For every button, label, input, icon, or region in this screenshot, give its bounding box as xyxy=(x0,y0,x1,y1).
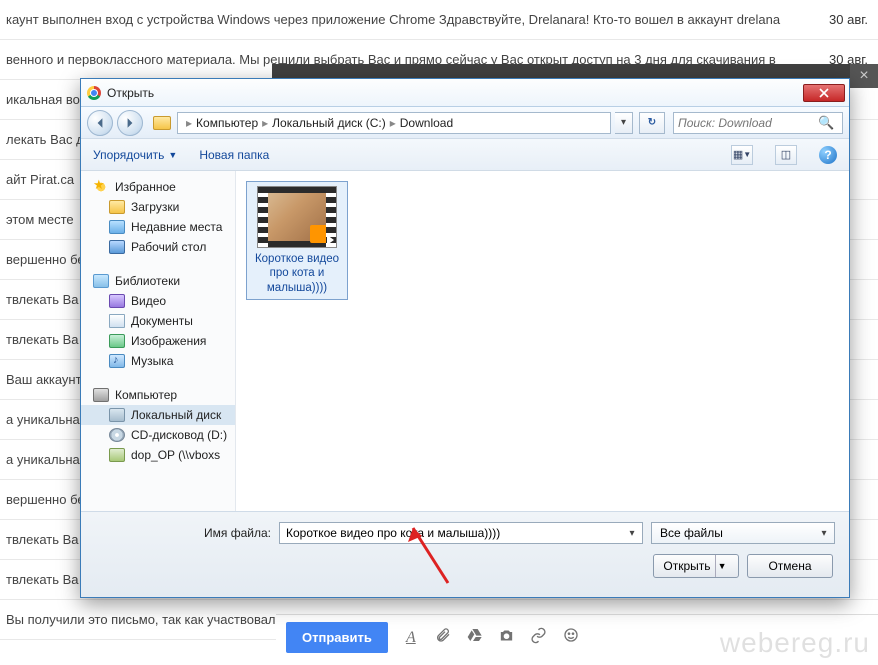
send-button[interactable]: Отправить xyxy=(286,622,388,653)
sidebar-computer-header[interactable]: Компьютер xyxy=(81,385,235,405)
organize-menu[interactable]: Упорядочить▼ xyxy=(93,148,177,162)
video-icon xyxy=(109,294,125,308)
sidebar-item-desktop[interactable]: Рабочий стол xyxy=(81,237,235,257)
computer-icon xyxy=(93,388,109,402)
folder-icon xyxy=(153,116,171,130)
dialog-titlebar: Открыть xyxy=(81,79,849,107)
compose-close-button[interactable]: × xyxy=(850,64,878,88)
sidebar-item-network-drive[interactable]: dop_OP (\\vboxs xyxy=(81,445,235,465)
breadcrumb-segment[interactable]: Локальный диск (C:) xyxy=(272,116,386,130)
breadcrumb-segment[interactable]: Компьютер xyxy=(196,116,258,130)
sidebar-item-local-disk[interactable]: Локальный диск xyxy=(81,405,235,425)
help-button[interactable]: ? xyxy=(819,146,837,164)
nav-forward-button[interactable] xyxy=(117,110,143,136)
star-icon xyxy=(93,180,109,194)
music-icon xyxy=(109,354,125,368)
chrome-icon xyxy=(87,86,101,100)
filename-input[interactable] xyxy=(286,526,624,540)
open-file-dialog: Открыть ▸Компьютер ▸Локальный диск (C:) … xyxy=(80,78,850,598)
network-drive-icon xyxy=(109,448,125,462)
cd-icon xyxy=(109,428,125,442)
dialog-title: Открыть xyxy=(107,86,154,100)
dialog-footer: Имя файла: ▾ Все файлы▾ Открыть▼ Отмена xyxy=(81,511,849,597)
video-thumbnail xyxy=(257,186,337,248)
search-icon[interactable]: 🔍 xyxy=(818,115,834,131)
sidebar-item-downloads[interactable]: Загрузки xyxy=(81,197,235,217)
compose-toolbar: Отправить A xyxy=(276,614,878,660)
filter-dropdown[interactable]: ▾ xyxy=(816,528,832,539)
dialog-close-button[interactable] xyxy=(803,84,845,102)
filename-dropdown[interactable]: ▾ xyxy=(624,528,640,539)
filename-label: Имя файла: xyxy=(81,526,271,540)
breadcrumb-dropdown[interactable]: ▾ xyxy=(615,112,633,134)
drive-icon[interactable] xyxy=(466,627,484,648)
search-input[interactable] xyxy=(678,116,818,130)
nav-back-button[interactable] xyxy=(87,110,113,136)
sidebar-favorites-header[interactable]: Избранное xyxy=(81,177,235,197)
cancel-button[interactable]: Отмена xyxy=(747,554,833,578)
document-icon xyxy=(109,314,125,328)
folder-icon xyxy=(109,200,125,214)
open-split-dropdown[interactable]: ▼ xyxy=(715,555,729,577)
filename-combo[interactable]: ▾ xyxy=(279,522,643,544)
email-row[interactable]: каунт выполнен вход с устройства Windows… xyxy=(0,0,878,40)
disk-icon xyxy=(109,408,125,422)
recent-icon xyxy=(109,220,125,234)
breadcrumb-segment[interactable]: Download xyxy=(400,116,453,130)
photo-icon[interactable] xyxy=(498,627,516,649)
view-mode-button[interactable]: ▦ ▼ xyxy=(731,145,753,165)
emoji-icon[interactable] xyxy=(562,627,580,648)
dialog-sidebar: Избранное Загрузки Недавние места Рабочи… xyxy=(81,171,236,511)
sidebar-item-videos[interactable]: Видео xyxy=(81,291,235,311)
libraries-icon xyxy=(93,274,109,288)
file-pane[interactable]: Короткое видео про кота и малыша)))) xyxy=(236,171,849,511)
file-type-filter[interactable]: Все файлы▾ xyxy=(651,522,835,544)
file-item-selected[interactable]: Короткое видео про кота и малыша)))) xyxy=(246,181,348,300)
file-label: Короткое видео про кота и малыша)))) xyxy=(251,252,343,295)
refresh-button[interactable]: ↻ xyxy=(639,112,665,134)
picture-icon xyxy=(109,334,125,348)
search-box[interactable]: 🔍 xyxy=(673,112,843,134)
sidebar-item-music[interactable]: Музыка xyxy=(81,351,235,371)
sidebar-item-recent[interactable]: Недавние места xyxy=(81,217,235,237)
sidebar-item-cd-drive[interactable]: CD-дисковод (D:) xyxy=(81,425,235,445)
preview-pane-button[interactable]: ◫ xyxy=(775,145,797,165)
open-button[interactable]: Открыть▼ xyxy=(653,554,739,578)
attach-icon[interactable] xyxy=(434,627,452,648)
new-folder-button[interactable]: Новая папка xyxy=(199,148,269,162)
breadcrumb[interactable]: ▸Компьютер ▸Локальный диск (C:) ▸Downloa… xyxy=(177,112,611,134)
sidebar-item-documents[interactable]: Документы xyxy=(81,311,235,331)
formatting-icon[interactable]: A xyxy=(402,629,420,647)
sidebar-libraries-header[interactable]: Библиотеки xyxy=(81,271,235,291)
dialog-toolbar: Упорядочить▼ Новая папка ▦ ▼ ◫ ? xyxy=(81,139,849,171)
dialog-navbar: ▸Компьютер ▸Локальный диск (C:) ▸Downloa… xyxy=(81,107,849,139)
desktop-icon xyxy=(109,240,125,254)
play-overlay-icon xyxy=(327,235,334,245)
sidebar-item-pictures[interactable]: Изображения xyxy=(81,331,235,351)
link-icon[interactable] xyxy=(530,627,548,649)
